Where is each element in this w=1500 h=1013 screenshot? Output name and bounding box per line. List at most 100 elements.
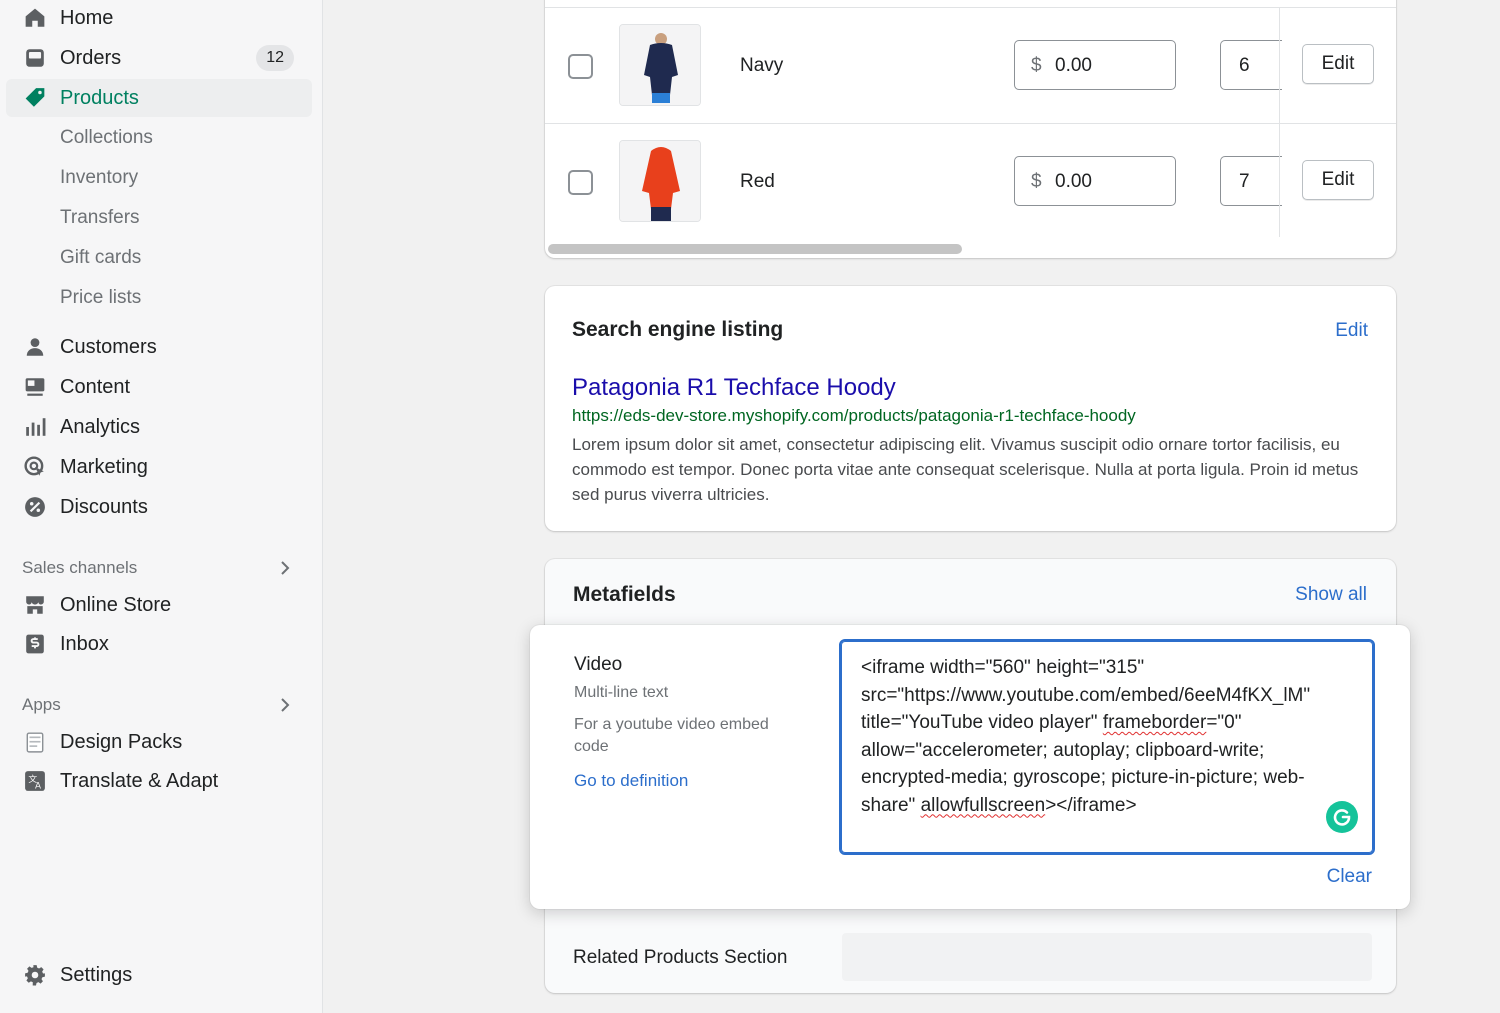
sidebar-item-label: Products xyxy=(60,87,139,109)
inbox-icon xyxy=(24,633,46,655)
horizontal-scrollbar[interactable] xyxy=(548,244,962,254)
quantity-input[interactable]: 7 xyxy=(1220,156,1282,206)
sales-channels-header[interactable]: Sales channels xyxy=(22,558,298,578)
sidebar-subitem-collections[interactable]: Collections xyxy=(6,119,312,155)
variant-name: Red xyxy=(740,171,775,192)
variant-row: Navy $ 0.00 6 Edit xyxy=(545,7,1396,124)
home-icon xyxy=(24,7,46,29)
text-line: allow="accelerometer; autoplay; clipboar… xyxy=(861,739,1265,761)
person-icon xyxy=(24,336,46,358)
sidebar-item-label: Settings xyxy=(60,964,133,986)
variant-checkbox[interactable] xyxy=(568,54,593,79)
sidebar-item-label: Translate & Adapt xyxy=(60,770,219,792)
text-line: <iframe width="560" height="315" xyxy=(861,657,1145,678)
quantity-input[interactable]: 6 xyxy=(1220,40,1282,90)
sidebar-subitem-label: Inventory xyxy=(60,167,139,188)
price-value: 0.00 xyxy=(1055,55,1092,76)
sidebar-item-label: Customers xyxy=(60,336,157,358)
seo-edit-link[interactable]: Edit xyxy=(1335,320,1368,342)
sidebar-item-content[interactable]: Content xyxy=(6,368,312,406)
go-to-definition-link[interactable]: Go to definition xyxy=(574,771,688,791)
sidebar-item-design-packs[interactable]: Design Packs xyxy=(6,723,312,761)
spellcheck-word: allowfullscreen xyxy=(920,794,1046,816)
sidebar-item-customers[interactable]: Customers xyxy=(6,328,312,366)
sidebar-item-label: Content xyxy=(60,376,131,398)
sidebar-item-analytics[interactable]: Analytics xyxy=(6,408,312,446)
sidebar-item-label: Home xyxy=(60,7,114,29)
sidebar-item-label: Design Packs xyxy=(60,731,183,753)
seo-preview-url: https://eds-dev-store.myshopify.com/prod… xyxy=(572,406,1136,425)
edit-variant-button[interactable]: Edit xyxy=(1302,44,1374,84)
search-engine-listing-card: Search engine listing Edit Patagonia R1 … xyxy=(545,286,1396,531)
text-line: share" xyxy=(861,794,921,816)
text-line: ></iframe> xyxy=(1045,794,1137,816)
sidebar-item-translate-adapt[interactable]: 文A Translate & Adapt xyxy=(6,762,312,800)
discount-icon xyxy=(24,496,46,518)
variant-checkbox[interactable] xyxy=(568,170,593,195)
gear-icon xyxy=(24,964,46,986)
sidebar-item-settings[interactable]: Settings xyxy=(6,956,312,994)
sidebar-subitem-label: Transfers xyxy=(60,207,140,228)
variant-row: Red $ 0.00 7 Edit xyxy=(545,124,1396,241)
metafields-title: Metafields xyxy=(573,583,676,606)
sidebar-subitem-label: Collections xyxy=(60,127,153,148)
chevron-right-icon xyxy=(278,558,292,583)
variant-image xyxy=(619,24,701,106)
sidebar-subitem-price-lists[interactable]: Price lists xyxy=(6,279,312,315)
sidebar-subitem-label: Price lists xyxy=(60,287,142,308)
sidebar-item-discounts[interactable]: Discounts xyxy=(6,488,312,526)
bar-chart-icon xyxy=(24,416,46,438)
sidebar-item-online-store[interactable]: Online Store xyxy=(6,586,312,624)
sidebar-item-inbox[interactable]: Inbox xyxy=(6,625,312,663)
apps-title: Apps xyxy=(22,695,61,714)
show-all-link[interactable]: Show all xyxy=(1295,584,1367,606)
video-embed-textarea[interactable]: <iframe width="560" height="315" src="ht… xyxy=(839,639,1375,855)
sidebar-item-marketing[interactable]: Marketing xyxy=(6,448,312,486)
edit-variant-button[interactable]: Edit xyxy=(1302,160,1374,200)
sidebar-item-label: Discounts xyxy=(60,496,148,518)
price-input[interactable]: $ 0.00 xyxy=(1014,40,1176,90)
sidebar-item-label: Marketing xyxy=(60,456,148,478)
tag-icon xyxy=(24,87,46,109)
sidebar-item-label: Analytics xyxy=(60,416,141,438)
sidebar-subitem-inventory[interactable]: Inventory xyxy=(6,159,312,195)
sidebar-item-orders[interactable]: Orders 12 xyxy=(6,39,312,77)
seo-preview-description: Lorem ipsum dolor sit amet, consectetur … xyxy=(572,435,1359,504)
text-line: encrypted-media; gyroscope; picture-in-p… xyxy=(861,767,1305,788)
text-line: title="YouTube video player" xyxy=(861,712,1103,733)
sales-channels-title: Sales channels xyxy=(22,558,138,577)
quantity-value: 7 xyxy=(1239,171,1250,192)
text-line: src="https://www.youtube.com/embed/6eeM4… xyxy=(861,684,1311,706)
sidebar-item-products[interactable]: Products xyxy=(6,79,312,117)
apps-header[interactable]: Apps xyxy=(22,695,298,715)
sidebar-item-home[interactable]: Home xyxy=(6,0,312,37)
price-input[interactable]: $ 0.00 xyxy=(1014,156,1176,206)
variants-card: Navy $ 0.00 6 Edit Red $ 0.00 7 Edit xyxy=(545,0,1396,258)
variant-name: Navy xyxy=(740,55,784,76)
sidebar-subitem-gift-cards[interactable]: Gift cards xyxy=(6,239,312,275)
variant-image xyxy=(619,140,701,222)
currency-symbol: $ xyxy=(1031,55,1042,76)
column-divider xyxy=(1279,7,1280,237)
sidebar: Home Orders 12 Products Collections Inve… xyxy=(0,0,323,1013)
target-icon xyxy=(24,456,46,478)
sidebar-subitem-label: Gift cards xyxy=(60,247,142,268)
related-products-field[interactable] xyxy=(842,933,1372,981)
related-products-label: Related Products Section xyxy=(573,947,788,968)
store-icon xyxy=(24,594,46,616)
sidebar-item-label: Online Store xyxy=(60,594,172,616)
grammarly-icon[interactable] xyxy=(1326,801,1358,833)
hoodie-image xyxy=(620,141,700,221)
spellcheck-word: frameborder xyxy=(1102,712,1207,733)
sidebar-subitem-transfers[interactable]: Transfers xyxy=(6,199,312,235)
price-value: 0.00 xyxy=(1055,171,1092,192)
orders-icon xyxy=(24,47,46,69)
hoodie-image xyxy=(620,25,700,105)
metafield-description: For a youtube video embed code xyxy=(574,716,769,755)
sidebar-item-label: Inbox xyxy=(60,633,109,655)
design-packs-icon xyxy=(24,731,46,753)
metafield-type: Multi-line text xyxy=(574,684,669,701)
clear-button[interactable]: Clear xyxy=(1327,866,1372,888)
quantity-value: 6 xyxy=(1239,55,1250,76)
svg-text:A: A xyxy=(35,782,41,792)
